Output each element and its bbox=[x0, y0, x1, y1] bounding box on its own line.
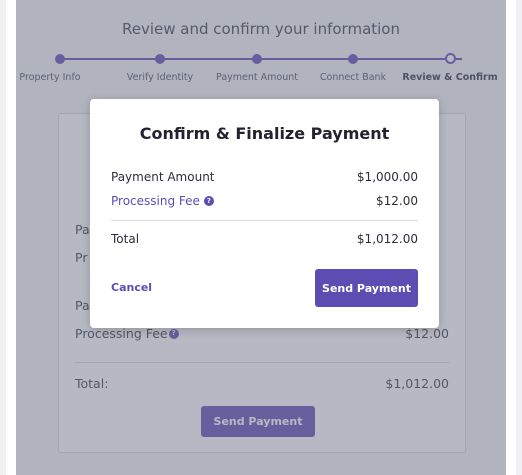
send-payment-button[interactable]: Send Payment bbox=[315, 269, 418, 307]
payment-amount-label: Payment Amount bbox=[111, 170, 215, 184]
payment-amount-row: Payment Amount $1,000.00 bbox=[111, 170, 418, 184]
processing-fee-row: Processing Fee ? $12.00 bbox=[111, 194, 418, 208]
modal-title: Confirm & Finalize Payment bbox=[139, 124, 390, 143]
total-label: Total bbox=[111, 232, 140, 246]
modal-divider bbox=[111, 220, 418, 221]
confirm-payment-modal: Confirm & Finalize Payment Payment Amoun… bbox=[90, 99, 439, 328]
total-value: $1,012.00 bbox=[356, 232, 418, 246]
processing-fee-label[interactable]: Processing Fee bbox=[111, 194, 200, 208]
payment-review-page: Review and confirm your information Prop… bbox=[16, 0, 506, 475]
total-row: Total $1,012.00 bbox=[111, 232, 418, 246]
cancel-button[interactable]: Cancel bbox=[111, 281, 152, 294]
help-icon[interactable]: ? bbox=[203, 196, 214, 206]
processing-fee-link[interactable]: Processing Fee ? bbox=[111, 194, 214, 208]
processing-fee-value: $12.00 bbox=[376, 194, 418, 208]
payment-amount-value: $1,000.00 bbox=[356, 170, 418, 184]
page-frame: Review and confirm your information Prop… bbox=[6, 0, 516, 475]
